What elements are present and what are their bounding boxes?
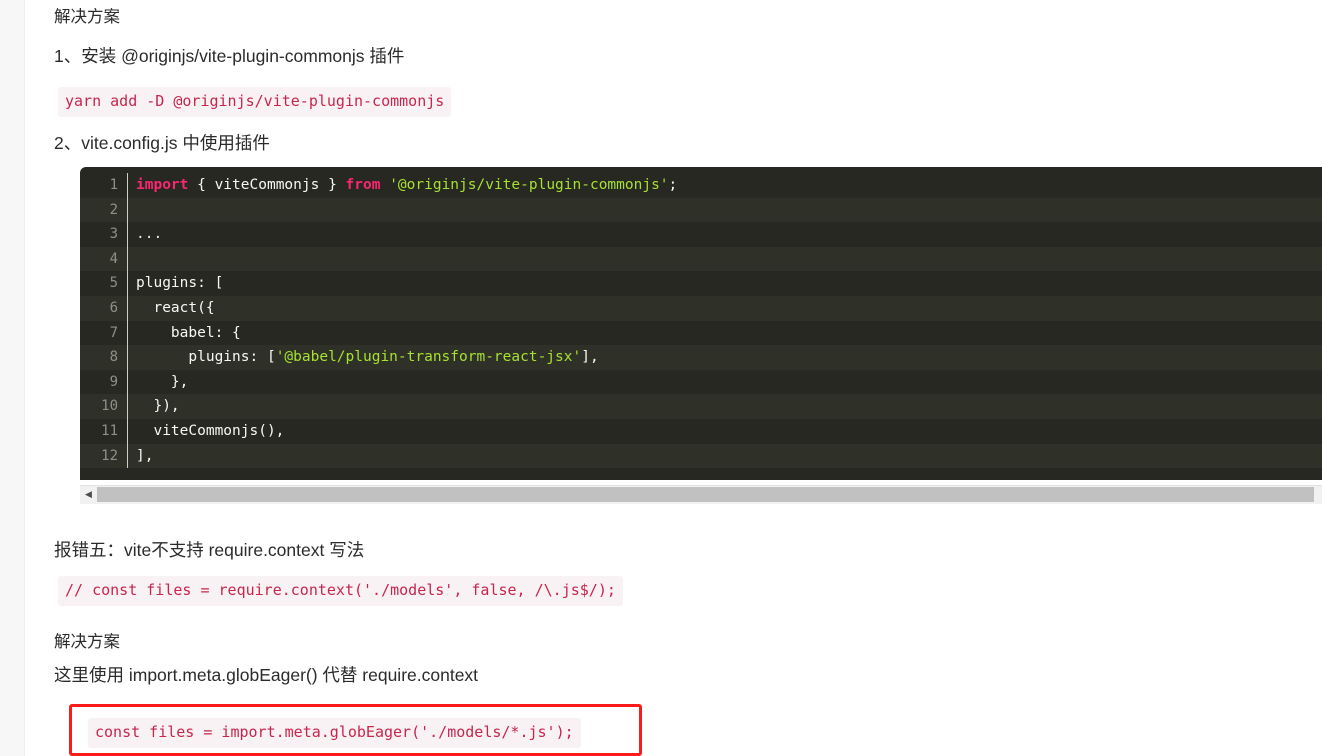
code-block-horizontal-scrollbar[interactable]: ◀ ▶ bbox=[80, 485, 1322, 504]
gutter-divider bbox=[127, 418, 128, 444]
code-token: import bbox=[136, 177, 189, 193]
code-line-text: }), bbox=[136, 394, 180, 419]
code-line-text: plugins: ['@babel/plugin-transform-react… bbox=[136, 345, 599, 370]
code-line: 5 plugins: [ bbox=[80, 271, 1322, 296]
code-line-number: 11 bbox=[101, 422, 118, 439]
code-line: 7 babel: { bbox=[80, 320, 1322, 346]
code-line: 3... bbox=[80, 222, 1322, 247]
code-token: from bbox=[345, 177, 381, 193]
gutter-divider bbox=[127, 320, 128, 346]
code-line: 9 }, bbox=[80, 369, 1322, 395]
solution-note-text: 这里使用 import.meta.globEager() 代替 require.… bbox=[54, 665, 479, 685]
error-five-heading: 报错五：vite不支持 require.context 写法 bbox=[54, 540, 365, 560]
step-1-text: 1、安装 @originjs/vite-plugin-commonjs 插件 bbox=[54, 46, 405, 66]
require-context-code[interactable]: // const files = require.context('./mode… bbox=[58, 576, 623, 606]
code-line: 12], bbox=[80, 443, 1322, 469]
article-content: 解决方案 1、安装 @originjs/vite-plugin-commonjs… bbox=[25, 0, 1322, 756]
highlight-annotation-box: const files = import.meta.globEager('./m… bbox=[69, 704, 642, 756]
code-line-number: 3 bbox=[109, 226, 118, 243]
code-line-number: 10 bbox=[101, 398, 118, 415]
code-line-text: ], bbox=[136, 444, 153, 469]
code-token: '@originjs/vite-plugin-commonjs' bbox=[389, 177, 669, 193]
code-token: react({ bbox=[136, 299, 215, 316]
code-line: 8 plugins: ['@babel/plugin-transform-rea… bbox=[80, 345, 1322, 370]
gutter-divider bbox=[127, 369, 128, 395]
gutter-divider bbox=[127, 246, 128, 272]
code-line-text: import { viteCommonjs } from '@originjs/… bbox=[136, 173, 677, 198]
scroll-left-arrow-icon[interactable]: ◀ bbox=[80, 486, 97, 503]
gutter-divider bbox=[127, 173, 128, 198]
gutter-divider bbox=[127, 222, 128, 247]
horizontal-scrollbar-thumb[interactable] bbox=[97, 487, 1314, 502]
code-line-number: 9 bbox=[109, 373, 118, 390]
code-line-number: 12 bbox=[101, 447, 118, 464]
code-line-number: 6 bbox=[109, 299, 118, 316]
code-line: 4 bbox=[80, 246, 1322, 272]
code-line-text: plugins: [ bbox=[136, 271, 223, 296]
code-token: babel: { bbox=[136, 324, 241, 341]
solution-heading-2: 解决方案 bbox=[54, 633, 120, 651]
code-line: 2 bbox=[80, 197, 1322, 223]
code-line-text: viteCommonjs(), bbox=[136, 419, 284, 444]
glob-eager-code[interactable]: const files = import.meta.globEager('./m… bbox=[88, 718, 581, 748]
left-edge-rail bbox=[0, 0, 25, 756]
gutter-divider bbox=[127, 197, 128, 223]
code-token: '@babel/plugin-transform-react-jsx' bbox=[275, 349, 582, 366]
gutter-divider bbox=[127, 394, 128, 419]
horizontal-scrollbar-trough[interactable] bbox=[1314, 486, 1322, 503]
code-token: ... bbox=[136, 226, 163, 243]
code-token: plugins: [ bbox=[136, 349, 276, 366]
code-token: ; bbox=[668, 177, 678, 193]
gutter-divider bbox=[127, 295, 128, 321]
code-line: 11 viteCommonjs(), bbox=[80, 418, 1322, 444]
code-line-number: 5 bbox=[109, 275, 118, 292]
code-line-number: 4 bbox=[109, 250, 118, 267]
code-line-text: react({ bbox=[136, 296, 215, 321]
gutter-divider bbox=[127, 271, 128, 296]
code-line: 10 }), bbox=[80, 394, 1322, 419]
code-line: 6 react({ bbox=[80, 295, 1322, 321]
page-root: 解决方案 1、安装 @originjs/vite-plugin-commonjs… bbox=[0, 0, 1322, 756]
code-line-number: 7 bbox=[109, 324, 118, 341]
code-line-text: }, bbox=[136, 370, 188, 395]
step-2-text: 2、vite.config.js 中使用插件 bbox=[54, 133, 270, 153]
code-line-number: 8 bbox=[109, 349, 118, 366]
install-command-code[interactable]: yarn add -D @originjs/vite-plugin-common… bbox=[58, 87, 452, 117]
code-block[interactable]: 1 import { viteCommonjs } from '@originjs… bbox=[80, 167, 1322, 480]
code-line-text: ... bbox=[136, 222, 162, 247]
code-token: ], bbox=[581, 349, 599, 366]
code-token: plugins: [ bbox=[136, 275, 224, 292]
code-token: { viteCommonjs } bbox=[188, 177, 346, 193]
gutter-divider bbox=[127, 345, 128, 370]
gutter-divider bbox=[127, 443, 128, 469]
code-token: }), bbox=[136, 398, 180, 415]
code-line-number: 2 bbox=[109, 201, 118, 218]
code-line: 1 import { viteCommonjs } from '@originjs… bbox=[80, 173, 1322, 198]
code-token: }, bbox=[136, 373, 189, 390]
code-line-number: 1 bbox=[109, 177, 118, 193]
code-line-text: babel: { bbox=[136, 321, 241, 346]
code-lines-container: 1 import { viteCommonjs } from '@originjs… bbox=[80, 173, 1322, 469]
solution-heading-1: 解决方案 bbox=[54, 8, 120, 26]
code-token: ], bbox=[136, 447, 154, 464]
code-token: viteCommonjs(), bbox=[136, 422, 285, 439]
